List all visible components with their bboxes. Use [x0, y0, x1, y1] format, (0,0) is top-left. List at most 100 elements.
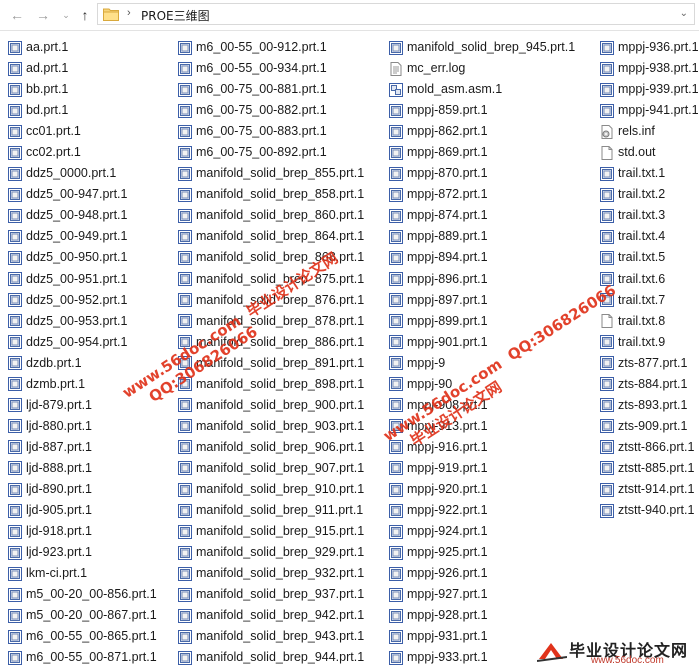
file-item[interactable]: ddz5_00-951.prt.1 — [7, 269, 157, 290]
file-item[interactable]: trail.txt.3 — [599, 205, 699, 226]
file-item[interactable]: ddz5_0000.prt.1 — [7, 163, 157, 184]
file-item[interactable]: manifold_solid_brep_907.prt.1 — [177, 458, 364, 479]
file-item[interactable]: mppj-939.prt.1 — [599, 79, 699, 100]
file-item[interactable]: manifold_solid_brep_942.prt.1 — [177, 605, 364, 626]
file-item[interactable]: mppj-869.prt.1 — [388, 142, 575, 163]
file-item[interactable]: m6_00-55_00-865.prt.1 — [7, 626, 157, 647]
file-item[interactable]: mppj-859.prt.1 — [388, 100, 575, 121]
file-item[interactable]: manifold_solid_brep_864.prt.1 — [177, 226, 364, 247]
file-item[interactable]: zts-893.prt.1 — [599, 395, 699, 416]
file-item[interactable]: mppj-897.prt.1 — [388, 290, 575, 311]
file-item[interactable]: mppj-927.prt.1 — [388, 584, 575, 605]
breadcrumb-current-folder[interactable]: PROE三维图 — [141, 7, 210, 24]
file-item[interactable]: mppj-922.prt.1 — [388, 500, 575, 521]
file-item[interactable]: zts-877.prt.1 — [599, 353, 699, 374]
file-item[interactable]: manifold_solid_brep_943.prt.1 — [177, 626, 364, 647]
address-dropdown-chevron-icon[interactable]: ⌄ — [680, 8, 688, 19]
file-item[interactable]: mppj-889.prt.1 — [388, 226, 575, 247]
file-item[interactable]: mppj-872.prt.1 — [388, 184, 575, 205]
file-item[interactable]: ddz5_00-950.prt.1 — [7, 247, 157, 268]
file-item[interactable]: ztstt-885.prt.1 — [599, 458, 699, 479]
file-item[interactable]: ddz5_00-947.prt.1 — [7, 184, 157, 205]
file-item[interactable]: std.out — [599, 142, 699, 163]
file-item[interactable]: mold_asm.asm.1 — [388, 79, 575, 100]
file-item[interactable]: mppj-928.prt.1 — [388, 605, 575, 626]
file-item[interactable]: manifold_solid_brep_860.prt.1 — [177, 205, 364, 226]
file-item[interactable]: m6_00-75_00-883.prt.1 — [177, 121, 364, 142]
file-item[interactable]: mppj-925.prt.1 — [388, 542, 575, 563]
file-item[interactable]: cc01.prt.1 — [7, 121, 157, 142]
file-item[interactable]: mc_err.log — [388, 58, 575, 79]
file-item[interactable]: manifold_solid_brep_910.prt.1 — [177, 479, 364, 500]
file-item[interactable]: trail.txt.9 — [599, 332, 699, 353]
up-arrow-icon[interactable]: ↑ — [74, 4, 96, 26]
file-item[interactable]: mppj-862.prt.1 — [388, 121, 575, 142]
file-item[interactable]: m6_00-55_00-871.prt.1 — [7, 647, 157, 668]
file-item[interactable]: ztstt-866.prt.1 — [599, 437, 699, 458]
file-item[interactable]: ljd-918.prt.1 — [7, 521, 157, 542]
file-item[interactable]: ad.prt.1 — [7, 58, 157, 79]
file-item[interactable]: zts-884.prt.1 — [599, 374, 699, 395]
file-item[interactable]: manifold_solid_brep_906.prt.1 — [177, 437, 364, 458]
file-item[interactable]: mppj-941.prt.1 — [599, 100, 699, 121]
file-item[interactable]: mppj-936.prt.1 — [599, 37, 699, 58]
file-item[interactable]: manifold_solid_brep_945.prt.1 — [388, 37, 575, 58]
file-item[interactable]: trail.txt.4 — [599, 226, 699, 247]
file-item[interactable]: ztstt-940.prt.1 — [599, 500, 699, 521]
file-item[interactable]: mppj-894.prt.1 — [388, 247, 575, 268]
file-item[interactable]: ztstt-914.prt.1 — [599, 479, 699, 500]
file-item[interactable]: m5_00-20_00-867.prt.1 — [7, 605, 157, 626]
file-item[interactable]: mppj-926.prt.1 — [388, 563, 575, 584]
file-item[interactable]: mppj-896.prt.1 — [388, 269, 575, 290]
file-item[interactable]: ljd-923.prt.1 — [7, 542, 157, 563]
file-item[interactable]: ljd-905.prt.1 — [7, 500, 157, 521]
file-item[interactable]: manifold_solid_brep_915.prt.1 — [177, 521, 364, 542]
file-item[interactable]: mppj-870.prt.1 — [388, 163, 575, 184]
file-item[interactable]: ddz5_00-949.prt.1 — [7, 226, 157, 247]
file-item[interactable]: manifold_solid_brep_944.prt.1 — [177, 647, 364, 668]
file-item[interactable]: manifold_solid_brep_900.prt.1 — [177, 395, 364, 416]
file-item[interactable]: ljd-880.prt.1 — [7, 416, 157, 437]
file-item[interactable]: trail.txt.5 — [599, 247, 699, 268]
file-item[interactable]: manifold_solid_brep_858.prt.1 — [177, 184, 364, 205]
forward-arrow-icon[interactable]: → — [32, 4, 54, 26]
file-item[interactable]: trail.txt.6 — [599, 269, 699, 290]
file-item[interactable]: m6_00-75_00-892.prt.1 — [177, 142, 364, 163]
file-item[interactable]: manifold_solid_brep_929.prt.1 — [177, 542, 364, 563]
file-item[interactable]: lkm-ci.prt.1 — [7, 563, 157, 584]
file-item[interactable]: rels.inf — [599, 121, 699, 142]
file-item[interactable]: bd.prt.1 — [7, 100, 157, 121]
file-item[interactable]: ddz5_00-952.prt.1 — [7, 290, 157, 311]
file-item[interactable]: manifold_solid_brep_937.prt.1 — [177, 584, 364, 605]
file-item[interactable]: mppj-924.prt.1 — [388, 521, 575, 542]
file-item[interactable]: mppj-874.prt.1 — [388, 205, 575, 226]
file-item[interactable]: bb.prt.1 — [7, 79, 157, 100]
file-item[interactable]: mppj-920.prt.1 — [388, 479, 575, 500]
file-item[interactable]: m6_00-55_00-912.prt.1 — [177, 37, 364, 58]
file-item[interactable]: cc02.prt.1 — [7, 142, 157, 163]
file-item[interactable]: mppj-938.prt.1 — [599, 58, 699, 79]
file-item[interactable]: manifold_solid_brep_903.prt.1 — [177, 416, 364, 437]
file-item[interactable]: ljd-887.prt.1 — [7, 437, 157, 458]
file-item[interactable]: ddz5_00-954.prt.1 — [7, 332, 157, 353]
file-item[interactable]: m6_00-75_00-882.prt.1 — [177, 100, 364, 121]
file-item[interactable]: trail.txt.1 — [599, 163, 699, 184]
file-item[interactable]: manifold_solid_brep_898.prt.1 — [177, 374, 364, 395]
file-item[interactable]: zts-909.prt.1 — [599, 416, 699, 437]
file-item[interactable]: trail.txt.2 — [599, 184, 699, 205]
file-item[interactable]: ddz5_00-953.prt.1 — [7, 311, 157, 332]
file-item[interactable]: ljd-890.prt.1 — [7, 479, 157, 500]
file-item[interactable]: aa.prt.1 — [7, 37, 157, 58]
address-bar[interactable]: › PROE三维图 ⌄ — [97, 3, 695, 25]
file-item[interactable]: ljd-888.prt.1 — [7, 458, 157, 479]
file-item[interactable]: m6_00-55_00-934.prt.1 — [177, 58, 364, 79]
file-item[interactable]: m6_00-75_00-881.prt.1 — [177, 79, 364, 100]
file-item[interactable]: ddz5_00-948.prt.1 — [7, 205, 157, 226]
file-item[interactable]: dzdb.prt.1 — [7, 353, 157, 374]
file-item[interactable]: manifold_solid_brep_911.prt.1 — [177, 500, 364, 521]
back-arrow-icon[interactable]: ← — [6, 4, 28, 26]
file-item[interactable]: manifold_solid_brep_855.prt.1 — [177, 163, 364, 184]
file-item[interactable]: m5_00-20_00-856.prt.1 — [7, 584, 157, 605]
file-item[interactable]: mppj-919.prt.1 — [388, 458, 575, 479]
file-item[interactable]: manifold_solid_brep_932.prt.1 — [177, 563, 364, 584]
